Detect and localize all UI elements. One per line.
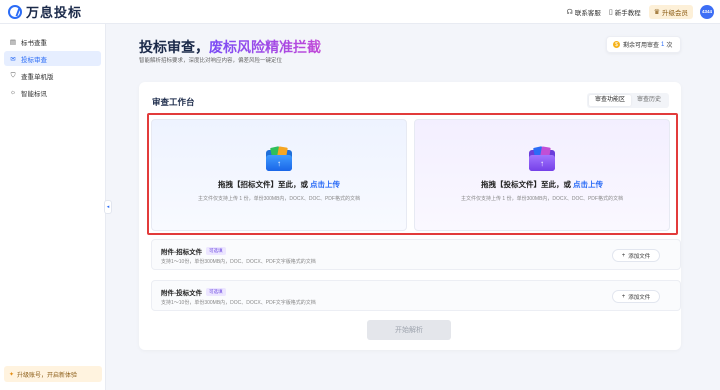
quota-prefix: 剩余可用审查 — [623, 43, 660, 49]
bid-attachment-title-text: 附件-投标文件 — [161, 290, 203, 297]
upgrade-vip-label: 升级会员 — [662, 9, 688, 17]
start-analysis-button[interactable]: 开始解析 — [367, 320, 451, 340]
optional-tag: 可选填 — [206, 247, 226, 255]
top-bar: 万息投标 ☊ 联系客服 ▯ 新手教程 ♛ 升级会员 4344 — [0, 0, 720, 24]
page-title-highlight: 废标风险精准拦截 — [209, 39, 321, 55]
workbench-tabs: 审查功能区 审查历史 — [586, 93, 669, 108]
sidebar: ▤ 标书查重 ✉ 投标审查 ⛉ 查重单机版 ☼ 智能标讯 ✦ 升级账号，开启新体… — [0, 24, 106, 390]
logo-text: 万息投标 — [26, 5, 83, 20]
plus-icon: + — [621, 252, 626, 259]
tutorial-link[interactable]: ▯ 新手教程 — [609, 7, 641, 17]
sidebar-item-bid-review[interactable]: ✉ 投标审查 — [4, 51, 101, 66]
page-title: 投标审查，废标风险精准拦截 — [139, 37, 321, 57]
workbench-title: 审查工作台 — [152, 97, 195, 107]
quota-unit: 次 — [666, 43, 673, 49]
add-bid-attachment-button[interactable]: + 添加文件 — [612, 290, 660, 303]
headset-icon: ☊ — [566, 8, 573, 16]
app-logo[interactable]: 万息投标 — [8, 2, 82, 21]
tender-attachment-title: 附件-招标文件 可选填 — [161, 246, 226, 256]
tender-attachment-title-text: 附件-招标文件 — [161, 249, 203, 256]
logo-icon — [8, 4, 22, 19]
sidebar-nav: ▤ 标书查重 ✉ 投标审查 ⛉ 查重单机版 ☼ 智能标讯 — [0, 24, 105, 100]
quota-count: 1 — [661, 41, 665, 48]
page-title-plain: 投标审查， — [139, 39, 209, 55]
upgrade-account-label: 升级账号，开启新体验 — [17, 372, 78, 379]
tab-review-functions[interactable]: 审查功能区 — [588, 95, 631, 106]
tender-attachment-hint: 支持1～10份，单份300MB内，DOC、DOCX、PDF文字版格式的文档 — [161, 259, 316, 265]
sidebar-item-label: 智能标讯 — [21, 90, 47, 98]
sidebar-item-label: 投标审查 — [21, 56, 47, 64]
plus-icon: + — [621, 293, 626, 300]
upgrade-account-banner[interactable]: ✦ 升级账号，开启新体验 — [4, 366, 102, 382]
sidebar-item-label: 查重单机版 — [21, 73, 54, 81]
contact-support-label: 联系客服 — [574, 9, 601, 17]
add-file-label: 添加文件 — [628, 294, 651, 301]
bulb-icon: ☼ — [10, 89, 16, 96]
bid-attachment-title: 附件-投标文件 可选填 — [161, 287, 226, 297]
tender-attachment-section: 附件-招标文件 可选填 支持1～10份，单份300MB内，DOC、DOCX、PD… — [151, 239, 681, 270]
tab-review-history[interactable]: 审查历史 — [631, 95, 667, 106]
user-avatar[interactable]: 4344 — [700, 4, 714, 19]
sidebar-collapse-button[interactable]: ◂ — [104, 200, 112, 214]
document-icon: ▤ — [9, 38, 17, 46]
book-icon: ▯ — [608, 8, 613, 16]
add-tender-attachment-button[interactable]: + 添加文件 — [612, 249, 660, 262]
sparkle-icon: ✦ — [9, 371, 15, 378]
upgrade-vip-button[interactable]: ♛ 升级会员 — [648, 4, 693, 19]
crown-icon: ♛ — [653, 8, 660, 16]
sidebar-item-offline-checker[interactable]: ⛉ 查重单机版 — [4, 68, 101, 83]
add-file-label: 添加文件 — [628, 253, 651, 260]
sidebar-item-label: 标书查重 — [21, 39, 47, 47]
page-subtitle: 智能解析招标要求，深度比对响应内容，偏差风险一键定位 — [139, 58, 283, 64]
bid-attachment-hint: 支持1～10份，单份300MB内，DOC、DOCX、PDF文字版格式的文档 — [161, 300, 316, 306]
sidebar-item-duplicate-check[interactable]: ▤ 标书查重 — [4, 34, 101, 49]
shield-icon: ⛉ — [10, 71, 16, 79]
bid-attachment-section: 附件-投标文件 可选填 支持1～10份，单份300MB内，DOC、DOCX、PD… — [151, 280, 681, 311]
audit-icon: ✉ — [10, 55, 16, 63]
tutorial-label: 新手教程 — [614, 9, 641, 17]
contact-support-link[interactable]: ☊ 联系客服 — [567, 7, 601, 17]
optional-tag: 可选填 — [206, 288, 226, 296]
chevron-left-icon: ◂ — [106, 204, 110, 210]
sidebar-item-smart-bid-news[interactable]: ☼ 智能标讯 — [4, 85, 101, 100]
coin-icon: $ — [613, 41, 620, 48]
dropzone-highlight-frame — [147, 113, 678, 235]
remaining-quota-badge: $ 剩余可用审查 1 次 — [606, 36, 681, 53]
